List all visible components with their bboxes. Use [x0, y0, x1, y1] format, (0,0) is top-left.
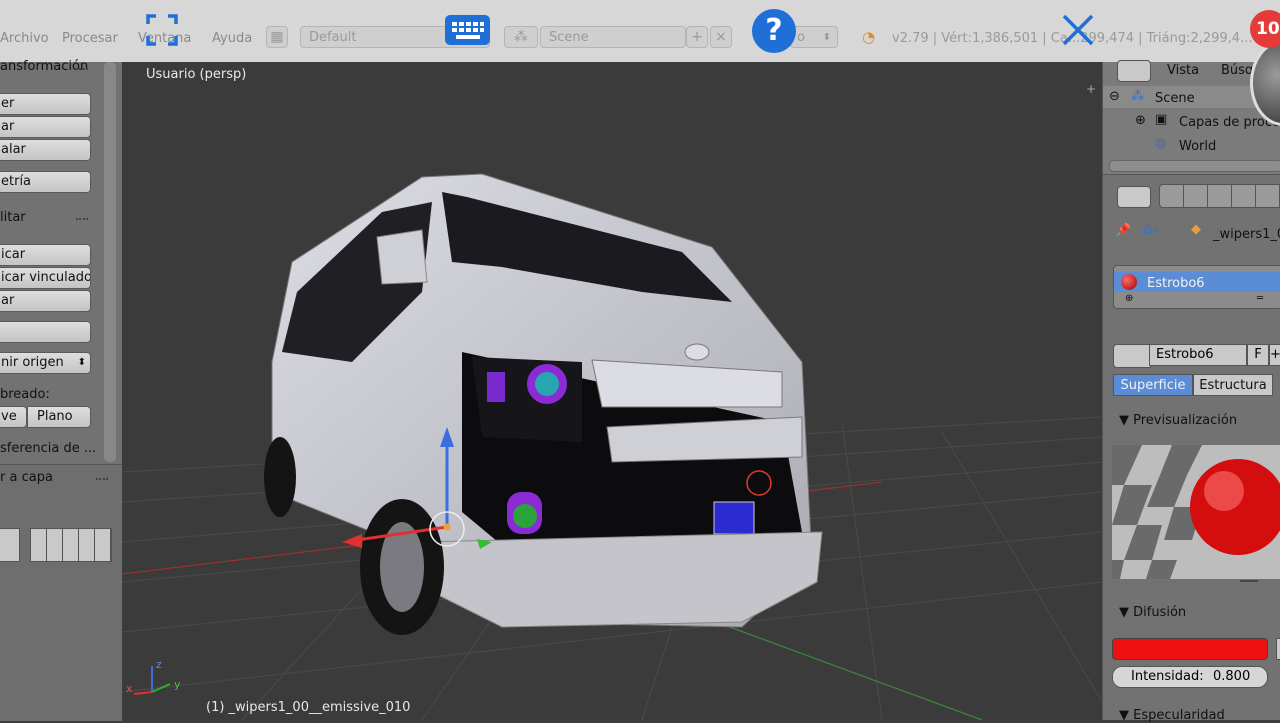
- active-object-label: (1) _wipers1_00__emissive_010: [206, 700, 411, 715]
- panel-grip-icon[interactable]: [96, 478, 108, 485]
- set-origin-select[interactable]: nir origen ⬍: [0, 352, 91, 374]
- tool-shelf-scrollbar[interactable]: [104, 62, 116, 462]
- material-browse-button[interactable]: [1113, 344, 1151, 368]
- shading-flat-button[interactable]: Plano: [27, 406, 91, 428]
- material-slot-name[interactable]: Estrobo6: [1147, 276, 1205, 291]
- fake-user-label: F: [1254, 347, 1262, 362]
- material-sphere-icon: [1121, 274, 1137, 290]
- join-button[interactable]: [0, 321, 91, 343]
- diffuse-section-header[interactable]: ▼ Difusión: [1119, 605, 1186, 620]
- keyboard-keys: [452, 22, 484, 39]
- object-cube-icon: ◆: [1191, 222, 1201, 237]
- close-icon[interactable]: [1060, 12, 1096, 48]
- delete-button[interactable]: ar: [0, 290, 91, 312]
- outliner-editor-icon[interactable]: [1117, 60, 1151, 82]
- fake-user-button[interactable]: F: [1247, 344, 1269, 366]
- add-scene-button[interactable]: +: [686, 26, 708, 48]
- move-to-layer-header[interactable]: r a capa: [0, 470, 100, 485]
- shading-label: breado:: [0, 387, 50, 402]
- set-origin-label: nir origen: [1, 355, 64, 370]
- world-icon: ◍: [1155, 136, 1167, 151]
- view-label: Usuario (persp): [146, 67, 247, 82]
- material-preview: [1112, 445, 1280, 579]
- keyboard-icon[interactable]: [445, 15, 490, 45]
- axis-y-label: y: [174, 678, 181, 691]
- expand-icon[interactable]: ⊕: [1135, 113, 1146, 128]
- panel-grip-icon[interactable]: [76, 218, 88, 225]
- blender-logo-icon: ◔: [862, 28, 876, 46]
- intensity-label: Intensidad:: [1131, 669, 1204, 684]
- outliner-item-scene[interactable]: Scene: [1155, 91, 1195, 106]
- diffuse-shader-select[interactable]: [1276, 638, 1280, 660]
- delete-scene-button[interactable]: ×: [710, 26, 732, 48]
- rotate-button[interactable]: ar: [0, 116, 91, 138]
- tab-structure[interactable]: Estructura: [1193, 374, 1273, 396]
- specular-section-label: Especularidad: [1133, 708, 1225, 723]
- render-engine-label: o: [797, 30, 805, 45]
- panel-grip-icon[interactable]: [76, 68, 88, 75]
- scene-icon[interactable]: ⁂: [504, 26, 538, 48]
- 3d-viewport[interactable]: Usuario (persp) z y x (1) _wipers1_00__e…: [122, 62, 1102, 720]
- chevron-updown-icon: ⬍: [822, 32, 831, 43]
- material-name: Estrobo6: [1156, 347, 1214, 362]
- help-icon[interactable]: ?: [752, 9, 796, 53]
- diffuse-color-swatch[interactable]: [1112, 638, 1268, 660]
- chevron-updown-icon: ⬍: [77, 357, 86, 368]
- scene-field[interactable]: Scene: [540, 26, 686, 48]
- fullscreen-icon[interactable]: [146, 14, 178, 46]
- layer-grid-left[interactable]: [0, 528, 20, 562]
- render-layers-icon: ▣: [1155, 112, 1168, 127]
- outliner-search-menu[interactable]: Búsq: [1221, 63, 1253, 78]
- render-engine-select[interactable]: o ⬍: [790, 26, 838, 48]
- diffuse-section-label: Difusión: [1133, 605, 1187, 620]
- collapse-icon[interactable]: ⊖: [1109, 89, 1120, 104]
- add-slot-icon[interactable]: ⊕: [1125, 293, 1133, 304]
- axis-z-label: z: [156, 658, 162, 671]
- tab-surface[interactable]: Superficie: [1113, 374, 1193, 396]
- axis-x-label: x: [126, 682, 133, 695]
- notification-badge[interactable]: 10: [1250, 10, 1280, 48]
- properties-context-tabs[interactable]: [1159, 184, 1280, 208]
- layer-panel: [0, 464, 122, 721]
- resize-handle-icon[interactable]: ═: [1257, 293, 1263, 304]
- right-panel: Vista Búsq ⊖ ⁂ Scene ⊕ ▣ Capas de proces…: [1102, 60, 1280, 723]
- menu-procesar[interactable]: Procesar: [62, 31, 118, 46]
- van-model[interactable]: [264, 173, 823, 635]
- pin-icon[interactable]: 📌: [1115, 223, 1131, 238]
- shading-smooth-button[interactable]: ve: [0, 406, 27, 428]
- new-material-button[interactable]: +: [1269, 344, 1280, 366]
- menu-archivo[interactable]: Archivo: [0, 31, 49, 46]
- menu-ayuda[interactable]: Ayuda: [212, 31, 252, 46]
- intensity-value: 0.800: [1213, 669, 1251, 684]
- expand-region-icon[interactable]: +: [1086, 82, 1096, 96]
- layer-grid-right[interactable]: [30, 528, 112, 562]
- preview-section-label: Previsualización: [1133, 413, 1238, 428]
- properties-editor-icon[interactable]: [1117, 186, 1151, 208]
- mirror-button[interactable]: etría: [0, 171, 91, 193]
- preview-resize-handle-icon[interactable]: [1240, 580, 1258, 588]
- scale-button[interactable]: alar: [0, 139, 91, 161]
- scene-icon: ⁂: [1131, 89, 1144, 104]
- specular-section-header[interactable]: ▼ Especularidad: [1119, 708, 1225, 723]
- duplicate-button[interactable]: icar: [0, 244, 91, 266]
- diffuse-intensity-slider[interactable]: Intensidad: 0.800: [1112, 666, 1268, 688]
- data-transfer-label[interactable]: sferencia de ...: [0, 441, 100, 456]
- outliner-scrollbar[interactable]: [1109, 160, 1280, 172]
- material-preview-canvas: [1112, 445, 1280, 579]
- outliner-item-world[interactable]: World: [1179, 139, 1216, 154]
- outliner-view-menu[interactable]: Vista: [1167, 63, 1199, 78]
- screen-layout-icon[interactable]: ▦: [266, 26, 288, 48]
- breadcrumb-object: _wipers1_0: [1213, 227, 1280, 242]
- preview-section-header[interactable]: ▼ Previsualización: [1119, 413, 1237, 428]
- material-name-field[interactable]: Estrobo6: [1149, 344, 1247, 366]
- translate-button[interactable]: er: [0, 93, 91, 115]
- scene-breadcrumb-icon: ⁂›: [1141, 223, 1160, 238]
- duplicate-linked-button[interactable]: icar vinculado: [0, 267, 91, 289]
- viewport-canvas[interactable]: [122, 62, 1102, 720]
